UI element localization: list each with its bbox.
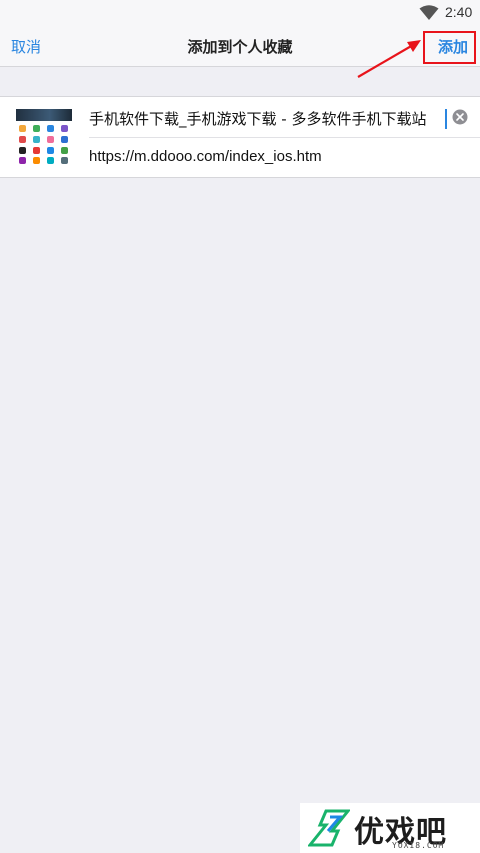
status-bar: 2:40 <box>0 0 480 25</box>
status-time: 2:40 <box>445 4 473 20</box>
title-input[interactable]: 手机软件下载_手机游戏下载 - 多多软件手机下载站 <box>89 107 446 131</box>
red-arrow-icon <box>357 40 421 78</box>
watermark-logo-icon <box>308 809 350 847</box>
text-caret <box>445 109 447 129</box>
watermark: 优戏吧 YOXI8.COM <box>300 803 480 853</box>
watermark-sub: YOXI8.COM <box>392 841 445 850</box>
url-field[interactable]: https://m.ddooo.com/index_ios.htm <box>89 146 469 168</box>
wifi-icon <box>419 5 439 20</box>
divider <box>89 137 480 138</box>
site-thumbnail <box>16 109 72 165</box>
bookmark-card: 手机软件下载_手机游戏下载 - 多多软件手机下载站 https://m.ddoo… <box>0 96 480 178</box>
clear-icon[interactable] <box>452 109 468 125</box>
highlight-box <box>423 31 476 64</box>
